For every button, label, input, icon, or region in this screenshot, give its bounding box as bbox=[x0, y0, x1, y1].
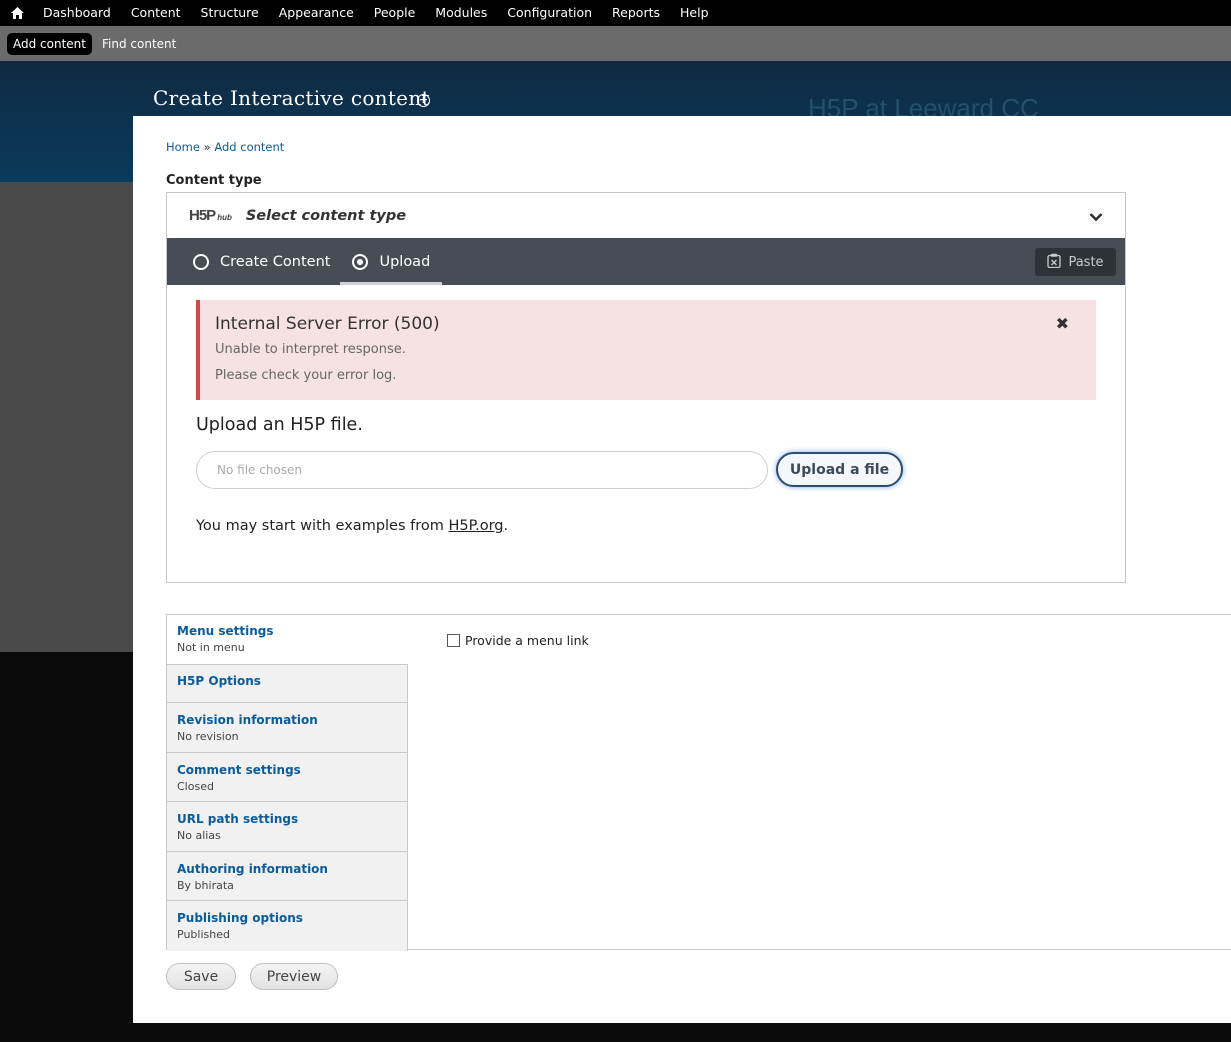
select-content-type[interactable]: Select content type bbox=[246, 208, 406, 224]
vtab-comment-settings[interactable]: Comment settings Closed bbox=[167, 752, 408, 803]
vtab-url-path-settings[interactable]: URL path settings No alias bbox=[167, 802, 408, 852]
upload-file-button[interactable]: Upload a file bbox=[776, 452, 903, 487]
tab-upload[interactable]: Upload bbox=[340, 238, 443, 285]
vtab-summary: Published bbox=[177, 928, 230, 942]
toolbar-item-structure[interactable]: Structure bbox=[191, 0, 269, 26]
examples-text: You may start with examples from H5P.org… bbox=[196, 518, 509, 534]
toolbar-item-reports[interactable]: Reports bbox=[602, 0, 670, 26]
vtab-title: URL path settings bbox=[177, 812, 299, 827]
toolbar-item-modules[interactable]: Modules bbox=[425, 0, 497, 26]
toolbar-item-people[interactable]: People bbox=[364, 0, 426, 26]
toolbar-item-appearance[interactable]: Appearance bbox=[269, 0, 364, 26]
menu-link-label: Provide a menu link bbox=[465, 633, 589, 648]
overlay-backdrop bbox=[0, 182, 133, 652]
tab-upload-label: Upload bbox=[379, 253, 431, 270]
vtab-summary: Not in menu bbox=[177, 641, 245, 654]
vtab-summary: No alias bbox=[177, 829, 221, 843]
vtab-summary: No revision bbox=[177, 730, 239, 743]
alert-hint: Please check your error log. bbox=[215, 368, 397, 383]
h5p-hub-logo: H5P hub bbox=[189, 207, 232, 224]
breadcrumb-add-content[interactable]: Add content bbox=[214, 140, 284, 154]
vtab-title: Comment settings bbox=[177, 762, 301, 777]
hub-header[interactable]: H5P hub Select content type bbox=[167, 193, 1125, 238]
home-icon[interactable] bbox=[0, 0, 34, 26]
provide-menu-link[interactable]: Provide a menu link bbox=[447, 633, 589, 648]
h5p-org-link[interactable]: H5P.org bbox=[448, 518, 503, 534]
toolbar-item-help[interactable]: Help bbox=[670, 0, 719, 26]
tab-create-content[interactable]: Create Content bbox=[193, 238, 330, 285]
content-panel: Home » Add content Content type H5P hub S… bbox=[133, 116, 1231, 1023]
admin-toolbar: Dashboard Content Structure Appearance P… bbox=[0, 0, 1231, 26]
breadcrumb-separator: » bbox=[203, 140, 211, 154]
content-type-label: Content type bbox=[166, 173, 262, 188]
toolbar-item-configuration[interactable]: Configuration bbox=[497, 0, 602, 26]
tab-create-content-label: Create Content bbox=[220, 253, 331, 270]
breadcrumb-home[interactable]: Home bbox=[166, 140, 200, 154]
vtab-title: H5P Options bbox=[177, 674, 261, 688]
radio-upload[interactable] bbox=[352, 253, 369, 270]
paste-label: Paste bbox=[1068, 254, 1104, 270]
vtab-summary: By bhirata bbox=[177, 878, 234, 892]
toolbar-menu: Dashboard Content Structure Appearance P… bbox=[34, 0, 719, 26]
paste-button[interactable]: Paste bbox=[1035, 248, 1116, 276]
file-input[interactable]: No file chosen bbox=[196, 451, 768, 489]
menu-link-checkbox[interactable] bbox=[447, 634, 460, 647]
error-alert: Internal Server Error (500) Unable to in… bbox=[196, 300, 1096, 400]
toolbar-item-dashboard[interactable]: Dashboard bbox=[34, 0, 121, 26]
page-title: Create Interactive content bbox=[153, 86, 430, 110]
h5p-hub: H5P hub Select content type Create Conten… bbox=[166, 192, 1126, 583]
close-icon[interactable]: ✖ bbox=[1056, 314, 1069, 333]
breadcrumb: Home » Add content bbox=[166, 140, 284, 154]
vertical-tab-list: Menu settings Not in menu H5P Options Re… bbox=[167, 615, 408, 951]
vtab-authoring-information[interactable]: Authoring information By bhirata bbox=[167, 851, 408, 902]
save-button[interactable]: Save bbox=[166, 963, 236, 990]
vtab-menu-settings[interactable]: Menu settings Not in menu bbox=[167, 615, 408, 665]
alert-title: Internal Server Error (500) bbox=[215, 314, 440, 334]
hub-tabs: Create Content Upload Paste bbox=[167, 238, 1125, 285]
vtab-publishing-options[interactable]: Publishing options Published bbox=[167, 901, 408, 951]
vtab-summary: Closed bbox=[177, 779, 214, 793]
radio-create-content[interactable] bbox=[193, 253, 209, 270]
vtab-revision-information[interactable]: Revision information No revision bbox=[167, 703, 408, 753]
shortcut-add-content[interactable]: Add content bbox=[7, 32, 92, 55]
vtab-title: Menu settings bbox=[177, 624, 274, 638]
toolbar-item-content[interactable]: Content bbox=[121, 0, 191, 26]
add-shortcut-icon[interactable]: + bbox=[417, 94, 430, 107]
preview-button[interactable]: Preview bbox=[250, 963, 338, 990]
vertical-tabs: Menu settings Not in menu H5P Options Re… bbox=[166, 614, 1231, 951]
vtab-h5p-options[interactable]: H5P Options bbox=[167, 665, 408, 703]
upload-heading: Upload an H5P file. bbox=[196, 415, 363, 435]
shortcut-find-content[interactable]: Find content bbox=[96, 33, 182, 55]
vtab-title: Revision information bbox=[177, 713, 318, 727]
alert-message: Unable to interpret response. bbox=[215, 342, 406, 357]
clipboard-icon bbox=[1047, 253, 1062, 272]
vtab-title: Publishing options bbox=[177, 911, 303, 926]
chevron-down-icon[interactable] bbox=[1089, 207, 1103, 226]
shortcuts-bar: Add content Find content bbox=[0, 26, 1231, 61]
vtab-title: Authoring information bbox=[177, 861, 328, 876]
